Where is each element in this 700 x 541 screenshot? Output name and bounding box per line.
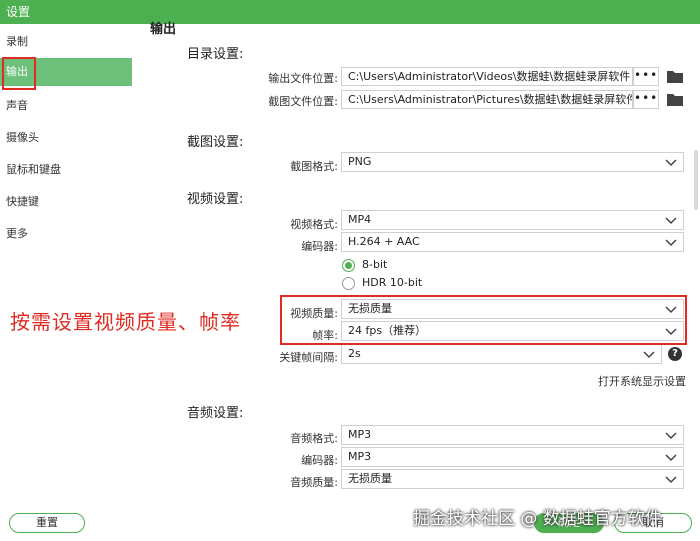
- highlight-box-quality-fps: [280, 295, 687, 345]
- radio-8bit[interactable]: 8-bit: [341, 258, 461, 274]
- folder-icon[interactable]: [666, 91, 684, 107]
- annotation-text: 按需设置视频质量、帧率: [10, 310, 241, 334]
- sidebar-item-label: 快捷键: [6, 195, 39, 208]
- reset-button[interactable]: 重置: [9, 513, 85, 533]
- video-format-select[interactable]: MP4: [341, 210, 684, 230]
- screenshot-path-label: 截图文件位置:: [268, 95, 338, 108]
- chevron-down-icon: [643, 351, 655, 359]
- settings-content: 输出 目录设置: 输出文件位置: C:\Users\Administrator\…: [140, 22, 700, 541]
- audio-format-label: 音频格式:: [290, 432, 338, 445]
- sidebar-item-label: 声音: [6, 99, 28, 112]
- sidebar-item-label: 录制: [6, 35, 28, 48]
- chevron-down-icon: [665, 217, 677, 225]
- browse-output-button[interactable]: •••: [633, 67, 659, 86]
- audio-format-select[interactable]: MP3: [341, 425, 684, 445]
- window-titlebar: 设置: [0, 0, 700, 24]
- screenshot-path-field[interactable]: C:\Users\Administrator\Pictures\数据蛙\数据蛙录…: [341, 90, 633, 109]
- radio-hdr10-label: HDR 10-bit: [362, 276, 423, 289]
- section-title-video: 视频设置:: [187, 192, 244, 207]
- video-encoder-select[interactable]: H.264 + AAC: [341, 232, 684, 252]
- sidebar-item-camera[interactable]: 摄像头: [0, 124, 132, 152]
- audio-format-value: MP3: [348, 428, 372, 441]
- section-title-directory: 目录设置:: [187, 47, 244, 62]
- audio-quality-value: 无损质量: [348, 472, 392, 485]
- sidebar-item-label: 更多: [6, 227, 28, 240]
- video-format-label: 视频格式:: [290, 218, 338, 231]
- chevron-down-icon: [665, 454, 677, 462]
- help-icon[interactable]: ?: [668, 347, 682, 361]
- sidebar-item-hotkeys[interactable]: 快捷键: [0, 188, 132, 216]
- audio-encoder-select[interactable]: MP3: [341, 447, 684, 467]
- chevron-down-icon: [665, 239, 677, 247]
- sidebar-item-record[interactable]: 录制: [0, 28, 132, 56]
- chevron-down-icon: [665, 159, 677, 167]
- output-path-label: 输出文件位置:: [268, 72, 338, 85]
- radio-hdr10-indicator: [342, 277, 355, 290]
- chevron-down-icon: [665, 476, 677, 484]
- audio-quality-label: 音频质量:: [290, 476, 338, 489]
- video-encoder-label: 编码器:: [301, 240, 338, 253]
- screenshot-format-select[interactable]: PNG: [341, 152, 684, 172]
- sidebar-item-sound[interactable]: 声音: [0, 92, 132, 120]
- keyframe-interval-select[interactable]: 2s: [341, 344, 662, 364]
- sidebar-item-more[interactable]: 更多: [0, 220, 132, 248]
- section-title-screenshot: 截图设置:: [187, 135, 244, 150]
- video-format-value: MP4: [348, 213, 372, 226]
- chevron-down-icon: [665, 432, 677, 440]
- sidebar-item-mouse-keyboard[interactable]: 鼠标和键盘: [0, 156, 132, 184]
- output-path-field[interactable]: C:\Users\Administrator\Videos\数据蛙\数据蛙录屏软…: [341, 67, 633, 86]
- watermark: 掘金技术社区 @ 数据蛙官方软件: [413, 509, 662, 529]
- highlight-box-output: [2, 57, 36, 90]
- content-scrollbar[interactable]: [694, 150, 698, 210]
- audio-encoder-label: 编码器:: [301, 454, 338, 467]
- radio-hdr10[interactable]: HDR 10-bit: [341, 276, 461, 292]
- radio-8bit-indicator: [342, 259, 355, 272]
- page-title-clipped: 输出: [150, 22, 177, 37]
- keyframe-interval-label: 关键帧间隔:: [279, 351, 338, 364]
- settings-sidebar: 录制 输出 声音 摄像头 鼠标和键盘 快捷键 更多: [0, 24, 140, 541]
- radio-8bit-label: 8-bit: [362, 258, 388, 271]
- section-title-audio: 音频设置:: [187, 406, 244, 421]
- sidebar-item-label: 摄像头: [6, 131, 39, 144]
- keyframe-interval-value: 2s: [348, 347, 361, 360]
- audio-quality-select[interactable]: 无损质量: [341, 469, 684, 489]
- screenshot-format-label: 截图格式:: [290, 160, 338, 173]
- open-display-settings-link[interactable]: 打开系统显示设置: [598, 373, 686, 389]
- audio-encoder-value: MP3: [348, 450, 372, 463]
- sidebar-item-label: 鼠标和键盘: [6, 163, 61, 176]
- folder-icon[interactable]: [666, 68, 684, 84]
- window-title: 设置: [6, 5, 31, 19]
- video-encoder-value: H.264 + AAC: [348, 235, 420, 248]
- screenshot-format-value: PNG: [348, 155, 372, 168]
- browse-screenshot-button[interactable]: •••: [633, 90, 659, 109]
